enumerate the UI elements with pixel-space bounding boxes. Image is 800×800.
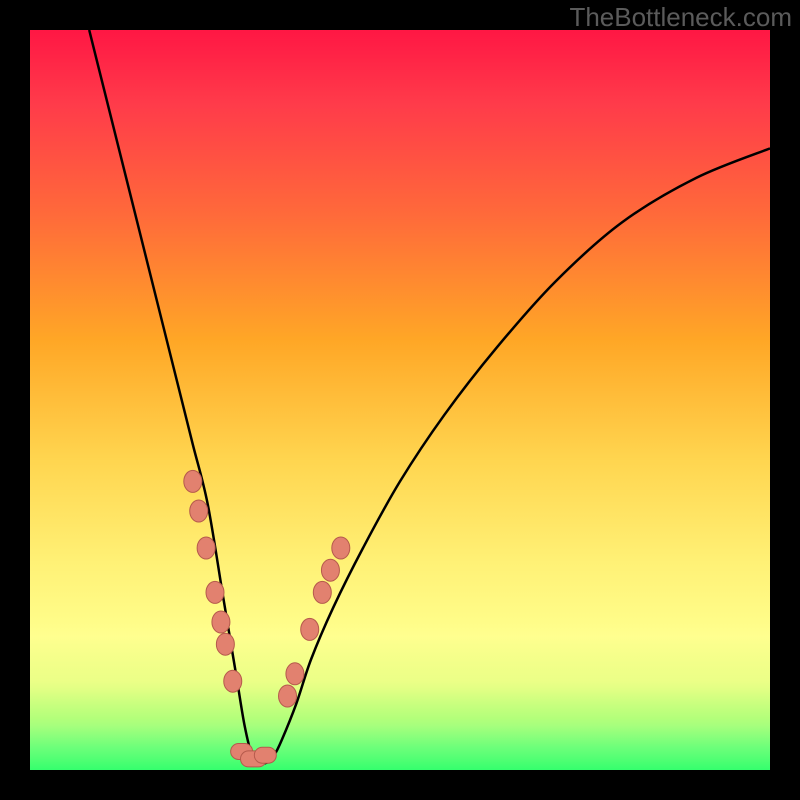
marker-left (224, 670, 242, 692)
watermark-text: TheBottleneck.com (569, 2, 792, 33)
marker-left (190, 500, 208, 522)
marker-left (216, 633, 234, 655)
bottleneck-curve (89, 30, 770, 764)
curve-group (89, 30, 770, 764)
marker-valley (254, 747, 276, 763)
marker-left (184, 470, 202, 492)
chart-svg (30, 30, 770, 770)
outer-frame: TheBottleneck.com (0, 0, 800, 800)
marker-right (301, 618, 319, 640)
marker-left (197, 537, 215, 559)
marker-right (313, 581, 331, 603)
marker-right (286, 663, 304, 685)
marker-right (279, 685, 297, 707)
marker-left (206, 581, 224, 603)
marker-right (332, 537, 350, 559)
marker-left (212, 611, 230, 633)
marker-right (321, 559, 339, 581)
plot-gradient-area (30, 30, 770, 770)
